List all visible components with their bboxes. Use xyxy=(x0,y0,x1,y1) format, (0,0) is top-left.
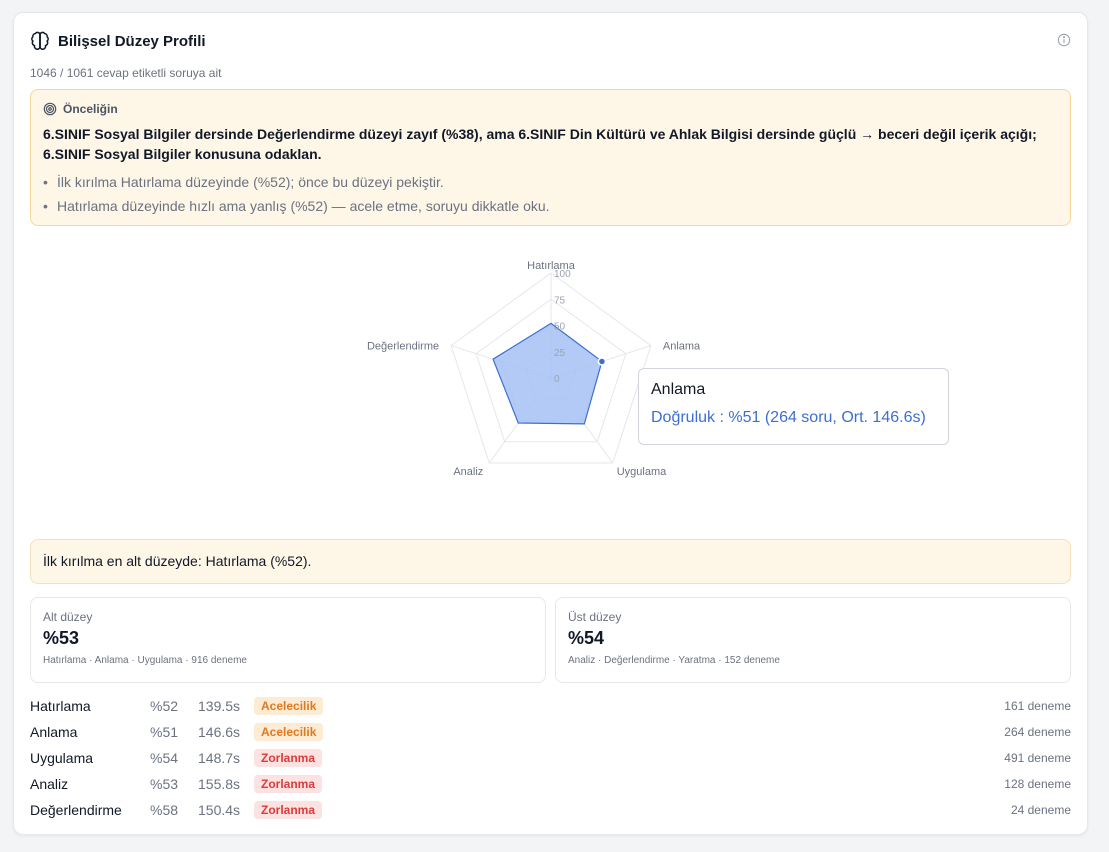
status-badge: Zorlanma xyxy=(254,749,323,767)
chart-tooltip: Anlama Doğruluk : %51 (264 soru, Ort. 14… xyxy=(638,368,949,445)
level-detail: Analiz · Değerlendirme · Yaratma · 152 d… xyxy=(568,655,780,666)
list-item: Analiz %53 155.8s Zorlanma 128 deneme xyxy=(30,771,1071,797)
status-badge: Zorlanma xyxy=(254,801,323,819)
row-level-name: Analiz xyxy=(30,776,69,792)
status-badge: Acelecilik xyxy=(254,697,324,715)
list-item: Anlama %51 146.6s Acelecilik 264 deneme xyxy=(30,719,1071,745)
row-accuracy: %53 xyxy=(150,776,179,792)
brain-icon xyxy=(31,31,49,50)
level-label: Alt düzey xyxy=(43,610,93,624)
row-avg-time: 148.7s xyxy=(198,750,241,766)
status-badge: Zorlanma xyxy=(254,775,323,793)
priority-title-text: Önceliğin xyxy=(63,102,118,116)
row-accuracy: %52 xyxy=(150,698,179,714)
answer-count-subtitle: 1046 / 1061 cevap etiketli soruya ait xyxy=(30,66,222,80)
row-attempt-count: 161 deneme xyxy=(1004,699,1071,713)
level-value: %54 xyxy=(568,628,605,648)
list-item: Hatırlama %52 139.5s Acelecilik 161 dene… xyxy=(30,693,1071,719)
radar-tick-label: 50 xyxy=(554,322,566,333)
tooltip-title: Anlama xyxy=(651,381,706,398)
row-avg-time: 155.8s xyxy=(198,776,241,792)
priority-main-text: 6.SINIF Sosyal Bilgiler dersinde Değerle… xyxy=(43,126,1037,162)
list-item: Değerlendirme %58 150.4s Zorlanma 24 den… xyxy=(30,797,1071,823)
tooltip-value: Doğruluk : %51 (264 soru, Ort. 146.6s) xyxy=(651,409,926,426)
radar-axis-label: Uygulama xyxy=(617,466,667,478)
priority-panel: Önceliğin 6.SINIF Sosyal Bilgiler dersin… xyxy=(30,89,1071,226)
row-accuracy: %51 xyxy=(150,724,179,740)
row-attempt-count: 491 deneme xyxy=(1004,751,1071,765)
level-value: %53 xyxy=(43,628,80,648)
row-accuracy: %58 xyxy=(150,802,179,818)
row-level-name: Hatırlama xyxy=(30,698,91,714)
radar-data-point xyxy=(597,357,607,366)
radar-tick-label: 25 xyxy=(554,348,566,359)
priority-bullet: İlk kırılma Hatırlama düzeyinde (%52); ö… xyxy=(43,170,1058,194)
row-attempt-count: 24 deneme xyxy=(1010,803,1071,817)
lowest-level-note: İlk kırılma en alt düzeyde: Hatırlama (%… xyxy=(30,539,1071,584)
radar-axis-label: Hatırlama xyxy=(527,260,576,272)
radar-series-area xyxy=(492,322,603,425)
radar-tick-label: 75 xyxy=(554,295,566,306)
card-header: Bilişsel Düzey Profili xyxy=(30,31,206,51)
row-accuracy: %54 xyxy=(150,750,179,766)
row-level-name: Değerlendirme xyxy=(30,802,122,818)
priority-bullets: İlk kırılma Hatırlama düzeyinde (%52); ö… xyxy=(43,170,1058,218)
status-badge: Acelecilik xyxy=(254,723,324,741)
priority-bullet: Hatırlama düzeyinde hızlı ama yanlış (%5… xyxy=(43,194,1058,218)
target-icon xyxy=(43,102,57,116)
row-level-name: Anlama xyxy=(30,724,78,740)
row-attempt-count: 128 deneme xyxy=(1004,777,1071,791)
row-level-name: Uygulama xyxy=(30,750,94,766)
row-avg-time: 139.5s xyxy=(198,698,241,714)
lower-level-card: Alt düzey %53 Hatırlama · Anlama · Uygul… xyxy=(30,597,546,683)
level-label: Üst düzey xyxy=(568,610,622,624)
radar-axis-label: Analiz xyxy=(453,466,483,478)
radar-tick-label: 0 xyxy=(554,374,560,385)
upper-level-card: Üst düzey %54 Analiz · Değerlendirme · Y… xyxy=(555,597,1071,683)
cognitive-profile-card: Bilişsel Düzey Profili 1046 / 1061 cevap… xyxy=(13,12,1088,835)
level-stats-list: Hatırlama %52 139.5s Acelecilik 161 dene… xyxy=(30,693,1071,823)
row-avg-time: 150.4s xyxy=(198,802,241,818)
level-detail: Hatırlama · Anlama · Uygulama · 916 dene… xyxy=(43,655,247,666)
info-icon[interactable] xyxy=(1057,33,1071,47)
list-item: Uygulama %54 148.7s Zorlanma 491 deneme xyxy=(30,745,1071,771)
row-attempt-count: 264 deneme xyxy=(1004,725,1071,739)
row-avg-time: 146.6s xyxy=(198,724,241,740)
priority-title: Önceliğin xyxy=(43,102,1058,116)
radar-axis-label: Anlama xyxy=(663,341,701,353)
page-title: Bilişsel Düzey Profili xyxy=(58,32,206,50)
radar-axis-label: Değerlendirme xyxy=(367,341,439,353)
